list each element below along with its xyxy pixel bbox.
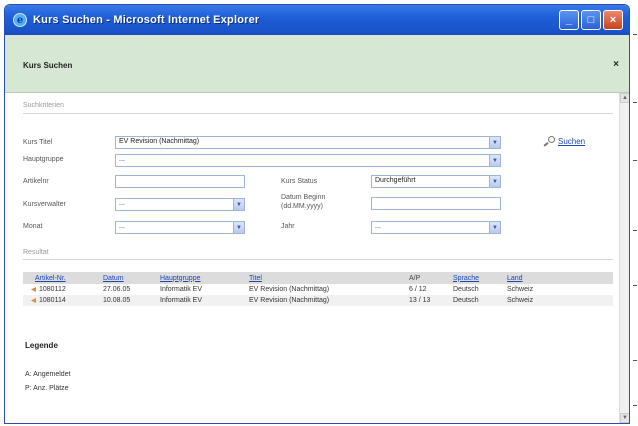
hauptgruppe-label: Hauptgruppe <box>23 156 64 163</box>
kursverwalter-label: Kursverwalter <box>23 201 66 208</box>
search-link[interactable]: Suchen <box>543 136 585 146</box>
search-icon <box>543 136 555 146</box>
vertical-scrollbar[interactable]: ▲ ▼ <box>619 93 629 423</box>
cell-land: Schweiz <box>507 297 534 304</box>
cell-sprache: Deutsch <box>453 286 479 293</box>
cell-sprache: Deutsch <box>453 297 479 304</box>
col-ap: A/P <box>409 274 421 282</box>
ie-icon: e <box>13 13 27 27</box>
cell-datum: 27.06.05 <box>103 286 131 293</box>
jahr-label: Jahr <box>281 223 295 230</box>
kursverwalter-value: ... <box>119 200 125 207</box>
table-row[interactable]: 1080112 27.06.05 Informatik EV EV Revisi… <box>23 284 613 295</box>
background-page-edge <box>630 30 638 420</box>
hauptgruppe-value: ... <box>119 156 125 163</box>
col-sprache[interactable]: Sprache <box>453 275 479 282</box>
scroll-up-icon[interactable]: ▲ <box>620 93 629 103</box>
results-table: Artikel-Nr. Datum Hauptgruppe Titel A/P … <box>23 272 613 306</box>
cell-ap: 13 / 13 <box>409 297 431 304</box>
jahr-select[interactable]: ... ▼ <box>371 221 501 234</box>
ie-window: e Kurs Suchen - Microsoft Internet Explo… <box>4 4 630 424</box>
cell-datum: 10.08.05 <box>103 297 131 304</box>
criteria-divider <box>23 113 613 114</box>
kurs-titel-value: EV Revision (Nachmittag) <box>119 138 200 145</box>
chevron-down-icon: ▼ <box>489 222 500 233</box>
artikelnr-label: Artikelnr <box>23 178 49 185</box>
col-artikel-nr[interactable]: Artikel-Nr. <box>35 275 66 282</box>
window-title: Kurs Suchen - Microsoft Internet Explore… <box>33 14 260 26</box>
monat-value: ... <box>119 223 125 230</box>
dialog-content: Suchkriterien Kurs Titel EV Revision (Na… <box>5 93 629 423</box>
cell-artikel-nr: 1080114 <box>39 297 66 304</box>
minimize-icon[interactable]: _ <box>559 10 579 30</box>
hauptgruppe-select[interactable]: ... ▼ <box>115 154 501 167</box>
chevron-down-icon: ▼ <box>489 155 500 166</box>
chevron-down-icon: ▼ <box>233 199 244 210</box>
dialog-title: Kurs Suchen <box>23 61 73 70</box>
maximize-icon[interactable]: □ <box>581 10 601 30</box>
col-titel[interactable]: Titel <box>249 275 262 282</box>
datum-beginn-input[interactable] <box>371 197 501 210</box>
col-land[interactable]: Land <box>507 275 523 282</box>
kurs-titel-label: Kurs Titel <box>23 139 53 146</box>
datum-format-label: (dd.MM.yyyy) <box>281 203 323 210</box>
artikelnr-input[interactable] <box>115 175 245 188</box>
legend-title: Legende <box>25 341 58 350</box>
kurs-titel-select[interactable]: EV Revision (Nachmittag) ▼ <box>115 136 501 149</box>
search-label: Suchen <box>558 136 586 146</box>
close-icon[interactable]: × <box>603 10 623 30</box>
jahr-value: ... <box>375 223 381 230</box>
cell-titel: EV Revision (Nachmittag) <box>249 297 330 304</box>
chevron-down-icon: ▼ <box>489 176 500 187</box>
dialog-header: Kurs Suchen × <box>5 35 629 93</box>
results-divider <box>23 259 613 260</box>
cell-artikel-nr: 1080112 <box>39 286 66 293</box>
results-section-label: Resultat <box>23 249 49 256</box>
table-row[interactable]: 1080114 10.08.05 Informatik EV EV Revisi… <box>23 295 613 306</box>
select-arrow-icon[interactable] <box>31 298 38 303</box>
results-header-row: Artikel-Nr. Datum Hauptgruppe Titel A/P … <box>23 272 613 284</box>
datum-beginn-label: Datum Beginn <box>281 194 326 201</box>
cell-land: Schweiz <box>507 286 534 293</box>
chevron-down-icon: ▼ <box>489 137 500 148</box>
monat-select[interactable]: ... ▼ <box>115 221 245 234</box>
cell-titel: EV Revision (Nachmittag) <box>249 286 330 293</box>
legend-item: A: Angemeldet <box>25 371 71 378</box>
dialog-close-button[interactable]: × <box>613 59 619 70</box>
chevron-down-icon: ▼ <box>233 222 244 233</box>
select-arrow-icon[interactable] <box>31 287 38 292</box>
window-controls: _ □ × <box>559 10 623 30</box>
cell-ap: 6 / 12 <box>409 286 427 293</box>
legend-item: P: Anz. Plätze <box>25 385 69 392</box>
criteria-section-label: Suchkriterien <box>23 102 64 109</box>
col-datum[interactable]: Datum <box>103 275 124 282</box>
kurs-status-label: Kurs Status <box>281 178 318 185</box>
cell-hauptgruppe: Informatik EV <box>160 286 203 293</box>
monat-label: Monat <box>23 223 43 230</box>
col-hauptgruppe[interactable]: Hauptgruppe <box>160 275 200 282</box>
kurs-status-value: Durchgeführt <box>375 177 416 184</box>
kursverwalter-select[interactable]: ... ▼ <box>115 198 245 211</box>
scroll-down-icon[interactable]: ▼ <box>620 413 629 423</box>
cell-hauptgruppe: Informatik EV <box>160 297 203 304</box>
kurs-status-select[interactable]: Durchgeführt ▼ <box>371 175 501 188</box>
window-titlebar[interactable]: e Kurs Suchen - Microsoft Internet Explo… <box>5 5 629 35</box>
